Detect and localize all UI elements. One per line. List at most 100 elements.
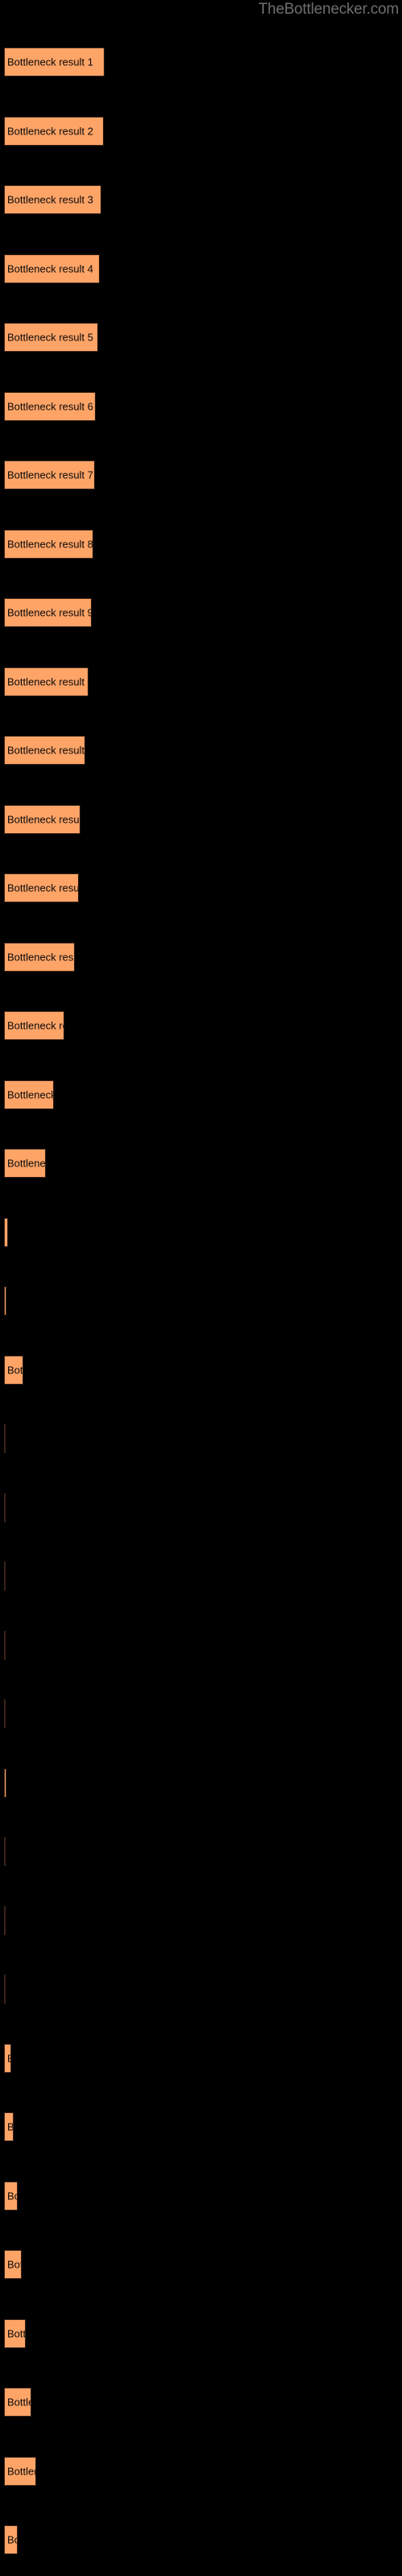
chart-bar[interactable]: Bottleneck result 4 xyxy=(4,254,100,283)
chart-bar[interactable]: Bottleneck result 20 xyxy=(4,1355,23,1385)
chart-bar[interactable]: Bottleneck result 22 xyxy=(4,1492,6,1522)
bar-label: Bottleneck result 36 xyxy=(7,2465,35,2477)
bar-row: Bottleneck result 31 xyxy=(0,2112,402,2141)
chart-bar[interactable]: Bottleneck result 30 xyxy=(4,2043,11,2073)
bar-row: Bottleneck result 33 xyxy=(0,2250,402,2279)
bar-label: Bottleneck result 5 xyxy=(7,331,93,344)
chart-bar[interactable]: Bottleneck result 7 xyxy=(4,460,95,489)
chart-bar[interactable]: Bottleneck result 31 xyxy=(4,2112,14,2141)
bar-label: Bottleneck result 35 xyxy=(7,2396,31,2409)
bar-row: Bottleneck result 11 xyxy=(0,736,402,765)
bar-row: Bottleneck result 1 xyxy=(0,47,402,76)
chart-bar[interactable]: Bottleneck result 15 xyxy=(4,1011,64,1040)
bar-row: Bottleneck result 35 xyxy=(0,2388,402,2417)
bottleneck-chart-page: TheBottlenecker.com Bottleneck result 1 B… xyxy=(0,0,402,2576)
bar-label: Bottleneck result 17 xyxy=(7,1157,46,1170)
chart-bar[interactable]: Bottleneck result 23 xyxy=(4,1562,6,1591)
bar-row: Bottleneck result 18 xyxy=(0,1217,402,1247)
chart-bar[interactable]: Bottleneck result 18 xyxy=(4,1217,8,1247)
bar-row: Bottleneck result 9 xyxy=(0,598,402,627)
bar-row: Bottleneck result 24 xyxy=(0,1630,402,1660)
bar-label: Bottleneck result 30 xyxy=(7,2053,10,2063)
chart-bar[interactable]: Bottleneck result 9 xyxy=(4,598,92,627)
chart-bar[interactable]: Bottleneck result 32 xyxy=(4,2181,18,2211)
bar-label: Bottleneck result 32 xyxy=(7,2190,17,2202)
bar-row: Bottleneck result 30 xyxy=(0,2043,402,2073)
chart-bar[interactable]: Bottleneck result 19 xyxy=(4,1286,6,1315)
bar-row: Bottleneck result 14 xyxy=(0,942,402,972)
chart-bar[interactable]: Bottleneck result 27 xyxy=(4,1837,6,1866)
bar-row: Bottleneck result 21 xyxy=(0,1424,402,1453)
chart-bar[interactable]: Bottleneck result 6 xyxy=(4,391,96,421)
bar-row: Bottleneck result 26 xyxy=(0,1768,402,1798)
chart-bar[interactable]: Bottleneck result 5 xyxy=(4,323,98,352)
bar-row: Bottleneck result 15 xyxy=(0,1011,402,1040)
bar-row: Bottleneck result 32 xyxy=(0,2181,402,2211)
chart-bar[interactable]: Bottleneck result 10 xyxy=(4,667,88,696)
bar-row: Bottleneck result 7 xyxy=(0,460,402,489)
bar-row: Bottleneck result 5 xyxy=(0,323,402,352)
page-title: TheBottlenecker.com xyxy=(258,1,399,18)
chart-bar[interactable]: Bottleneck result 11 xyxy=(4,736,85,765)
bar-row: Bottleneck result 28 xyxy=(0,1905,402,1935)
chart-bar[interactable]: Bottleneck result 14 xyxy=(4,942,75,972)
bar-row: Bottleneck result 27 xyxy=(0,1837,402,1866)
chart-bar[interactable]: Bottleneck result 3 xyxy=(4,185,101,214)
bar-label: Bottleneck result 13 xyxy=(7,881,79,894)
chart-bar[interactable]: Bottleneck result 28 xyxy=(4,1905,6,1935)
bar-row: Bottleneck result 10 xyxy=(0,667,402,696)
bar-label: Bottleneck result 14 xyxy=(7,951,74,963)
bar-label: Bottleneck result 34 xyxy=(7,2327,26,2339)
bar-row: Bottleneck result 37 xyxy=(0,2525,402,2554)
bar-label: Bottleneck result 31 xyxy=(7,2120,14,2133)
chart-bar[interactable]: Bottleneck result 21 xyxy=(4,1424,6,1453)
chart-bar[interactable]: Bottleneck result 8 xyxy=(4,529,93,559)
chart-bar[interactable]: Bottleneck result 12 xyxy=(4,804,80,834)
bar-label: Bottleneck result 7 xyxy=(7,469,93,481)
bar-label: Bottleneck result 9 xyxy=(7,606,92,619)
bar-row: Bottleneck result 36 xyxy=(0,2456,402,2486)
bar-label: Bottleneck result 12 xyxy=(7,813,80,825)
bar-label: Bottleneck result 4 xyxy=(7,262,93,275)
bar-label: Bottleneck result 10 xyxy=(7,675,88,687)
bar-label: Bottleneck result 6 xyxy=(7,400,93,412)
bar-row: Bottleneck result 2 xyxy=(0,116,402,146)
bar-label: Bottleneck result 1 xyxy=(7,56,93,68)
chart-bar[interactable]: Bottleneck result 24 xyxy=(4,1630,6,1660)
bar-row: Bottleneck result 8 xyxy=(0,529,402,559)
chart-bar[interactable]: Bottleneck result 17 xyxy=(4,1149,46,1178)
bar-row: Bottleneck result 13 xyxy=(0,873,402,902)
chart-bar[interactable]: Bottleneck result 25 xyxy=(4,1699,6,1728)
bar-label: Bottleneck result 3 xyxy=(7,193,93,206)
bar-label: Bottleneck result 16 xyxy=(7,1088,54,1100)
chart-bar[interactable]: Bottleneck result 1 xyxy=(4,47,105,76)
chart-bar[interactable]: Bottleneck result 2 xyxy=(4,116,104,146)
bar-label: Bottleneck result 37 xyxy=(7,2533,17,2546)
bar-row: Bottleneck result 22 xyxy=(0,1492,402,1522)
bar-row: Bottleneck result 12 xyxy=(0,804,402,834)
bar-row: Bottleneck result 20 xyxy=(0,1355,402,1385)
chart-bar[interactable]: Bottleneck result 16 xyxy=(4,1080,54,1109)
bar-label: Bottleneck result 2 xyxy=(7,125,93,137)
bar-row: Bottleneck result 23 xyxy=(0,1562,402,1591)
bar-label: Bottleneck result 33 xyxy=(7,2258,21,2271)
chart-bar[interactable]: Bottleneck result 26 xyxy=(4,1768,6,1798)
bar-row: Bottleneck result 17 xyxy=(0,1149,402,1178)
bar-row: Bottleneck result 34 xyxy=(0,2318,402,2348)
bar-row: Bottleneck result 16 xyxy=(0,1080,402,1109)
bar-row: Bottleneck result 4 xyxy=(0,254,402,283)
chart-bar[interactable]: Bottleneck result 35 xyxy=(4,2388,31,2417)
bar-label: Bottleneck result 15 xyxy=(7,1019,64,1032)
bar-label: Bottleneck result 11 xyxy=(7,744,85,757)
bar-label: Bottleneck result 18 xyxy=(7,1227,8,1237)
bar-label: Bottleneck result 20 xyxy=(7,1364,23,1376)
bar-label: Bottleneck result 8 xyxy=(7,538,93,550)
chart-bar[interactable]: Bottleneck result 33 xyxy=(4,2250,22,2279)
chart-bar[interactable]: Bottleneck result 13 xyxy=(4,873,79,902)
bar-row: Bottleneck result 25 xyxy=(0,1699,402,1728)
chart-bar[interactable]: Bottleneck result 37 xyxy=(4,2525,18,2554)
chart-bar[interactable]: Bottleneck result 34 xyxy=(4,2318,26,2348)
chart-bar[interactable]: Bottleneck result 36 xyxy=(4,2456,36,2486)
chart-bar[interactable]: Bottleneck result 29 xyxy=(4,1975,6,2004)
bar-row: Bottleneck result 3 xyxy=(0,185,402,214)
